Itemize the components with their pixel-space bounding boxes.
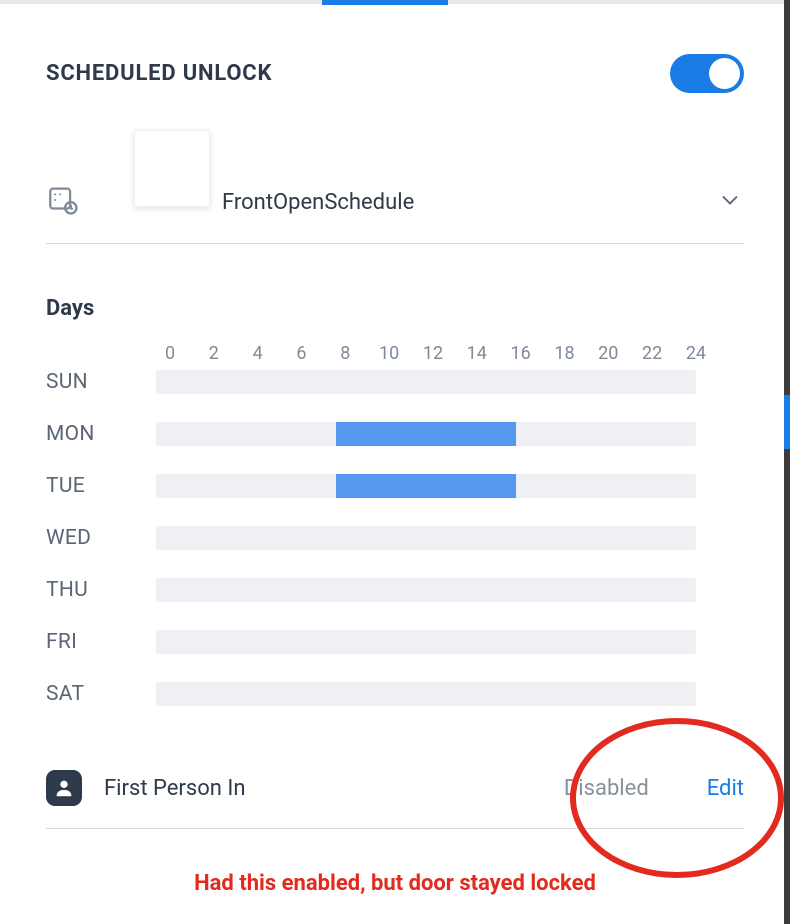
day-bar[interactable] (156, 526, 696, 550)
unlock-range[interactable] (336, 474, 516, 498)
day-label: WED (46, 526, 146, 550)
hour-tick: 2 (200, 343, 228, 364)
hour-tick: 18 (550, 343, 578, 364)
active-tab-indicator (322, 0, 448, 5)
chevron-down-icon (716, 186, 744, 218)
first-person-in-label: First Person In (104, 776, 542, 801)
hour-tick: 16 (507, 343, 535, 364)
day-row: MON (46, 422, 744, 446)
day-label: SAT (46, 682, 146, 706)
day-bar[interactable] (156, 422, 696, 446)
schedule-icon (46, 183, 80, 221)
hour-tick: 10 (375, 343, 403, 364)
hour-tick: 12 (419, 343, 447, 364)
days-section: Days 024681012141618202224 SUNMONTUEWEDT… (46, 296, 744, 706)
right-scroll-accent (784, 395, 790, 449)
toggle-knob (709, 58, 740, 89)
day-row: FRI (46, 630, 744, 654)
day-label: TUE (46, 474, 146, 498)
day-row: THU (46, 578, 744, 602)
hour-tick: 8 (331, 343, 359, 364)
unlock-range[interactable] (336, 422, 516, 446)
day-label: SUN (46, 370, 146, 394)
day-bar[interactable] (156, 474, 696, 498)
annotation-caption: Had this enabled, but door stayed locked (46, 871, 744, 896)
day-bar[interactable] (156, 630, 696, 654)
edit-button[interactable]: Edit (707, 776, 744, 801)
person-icon (46, 770, 82, 806)
day-row: SUN (46, 370, 744, 394)
day-bar[interactable] (156, 370, 696, 394)
schedule-name-label: FrontOpenSchedule (222, 190, 414, 215)
day-bar[interactable] (156, 682, 696, 706)
first-person-in-row: First Person In Disabled Edit (46, 770, 744, 829)
hour-tick: 6 (287, 343, 315, 364)
day-row: TUE (46, 474, 744, 498)
day-bar[interactable] (156, 578, 696, 602)
hour-tick: 14 (463, 343, 491, 364)
hour-tick: 0 (156, 343, 184, 364)
day-label: MON (46, 422, 146, 446)
day-row: WED (46, 526, 744, 550)
hour-tick: 20 (594, 343, 622, 364)
schedule-selector[interactable]: FrontOpenSchedule (46, 183, 744, 244)
scheduled-unlock-toggle[interactable] (670, 54, 744, 93)
days-title: Days (46, 296, 744, 321)
day-label: FRI (46, 630, 146, 654)
day-row: SAT (46, 682, 744, 706)
day-label: THU (46, 578, 146, 602)
right-edge (784, 0, 790, 924)
scheduled-unlock-header: SCHEDULED UNLOCK (46, 54, 744, 93)
hour-tick: 22 (638, 343, 666, 364)
scheduled-unlock-title: SCHEDULED UNLOCK (46, 61, 272, 86)
popup-overlay (134, 130, 210, 207)
hour-tick: 24 (682, 343, 710, 364)
hour-tick: 4 (244, 343, 272, 364)
hour-axis: 024681012141618202224 (156, 343, 710, 364)
first-person-in-status: Disabled (564, 776, 649, 801)
days-timeline: 024681012141618202224 SUNMONTUEWEDTHUFRI… (46, 343, 744, 706)
